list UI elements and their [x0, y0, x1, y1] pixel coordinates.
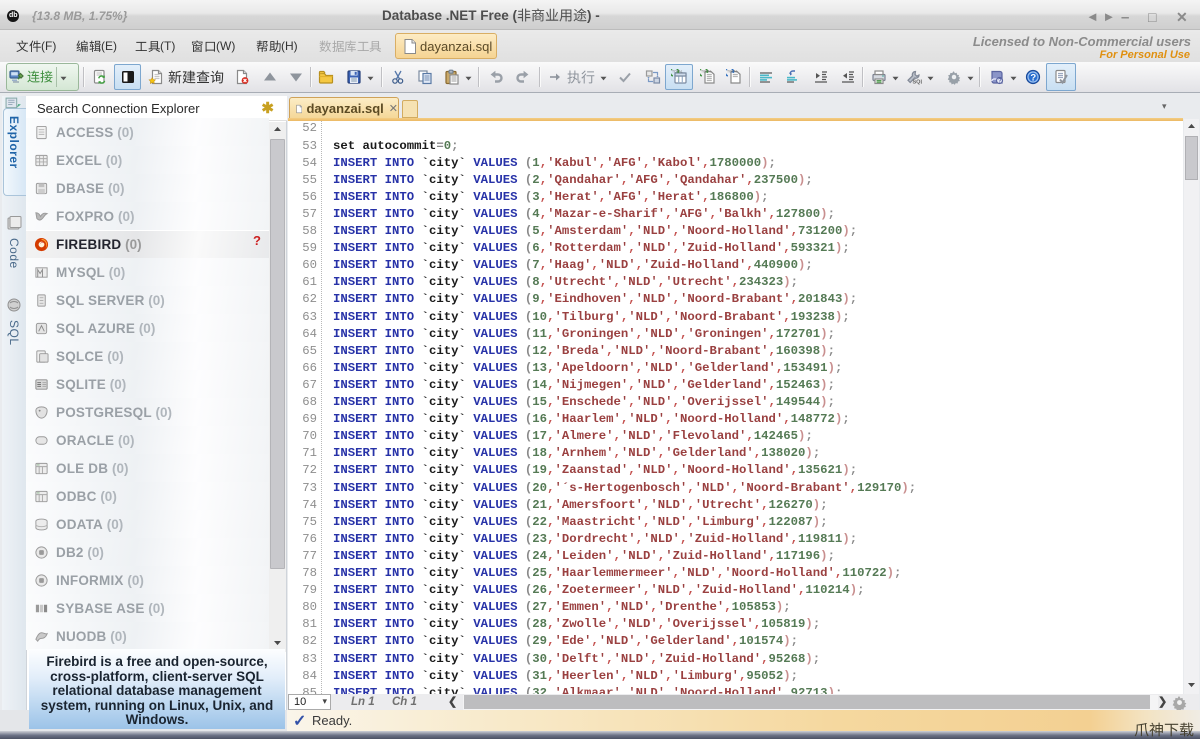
svg-text:TOTAL: TOTAL [727, 70, 738, 74]
svg-text:?: ? [1030, 73, 1036, 84]
svg-text:SQL: SQL [913, 80, 923, 86]
svg-text:TOTAL: TOTAL [672, 70, 683, 74]
svg-text:?: ? [998, 79, 1002, 85]
svg-text:TOTAL: TOTAL [701, 70, 712, 74]
